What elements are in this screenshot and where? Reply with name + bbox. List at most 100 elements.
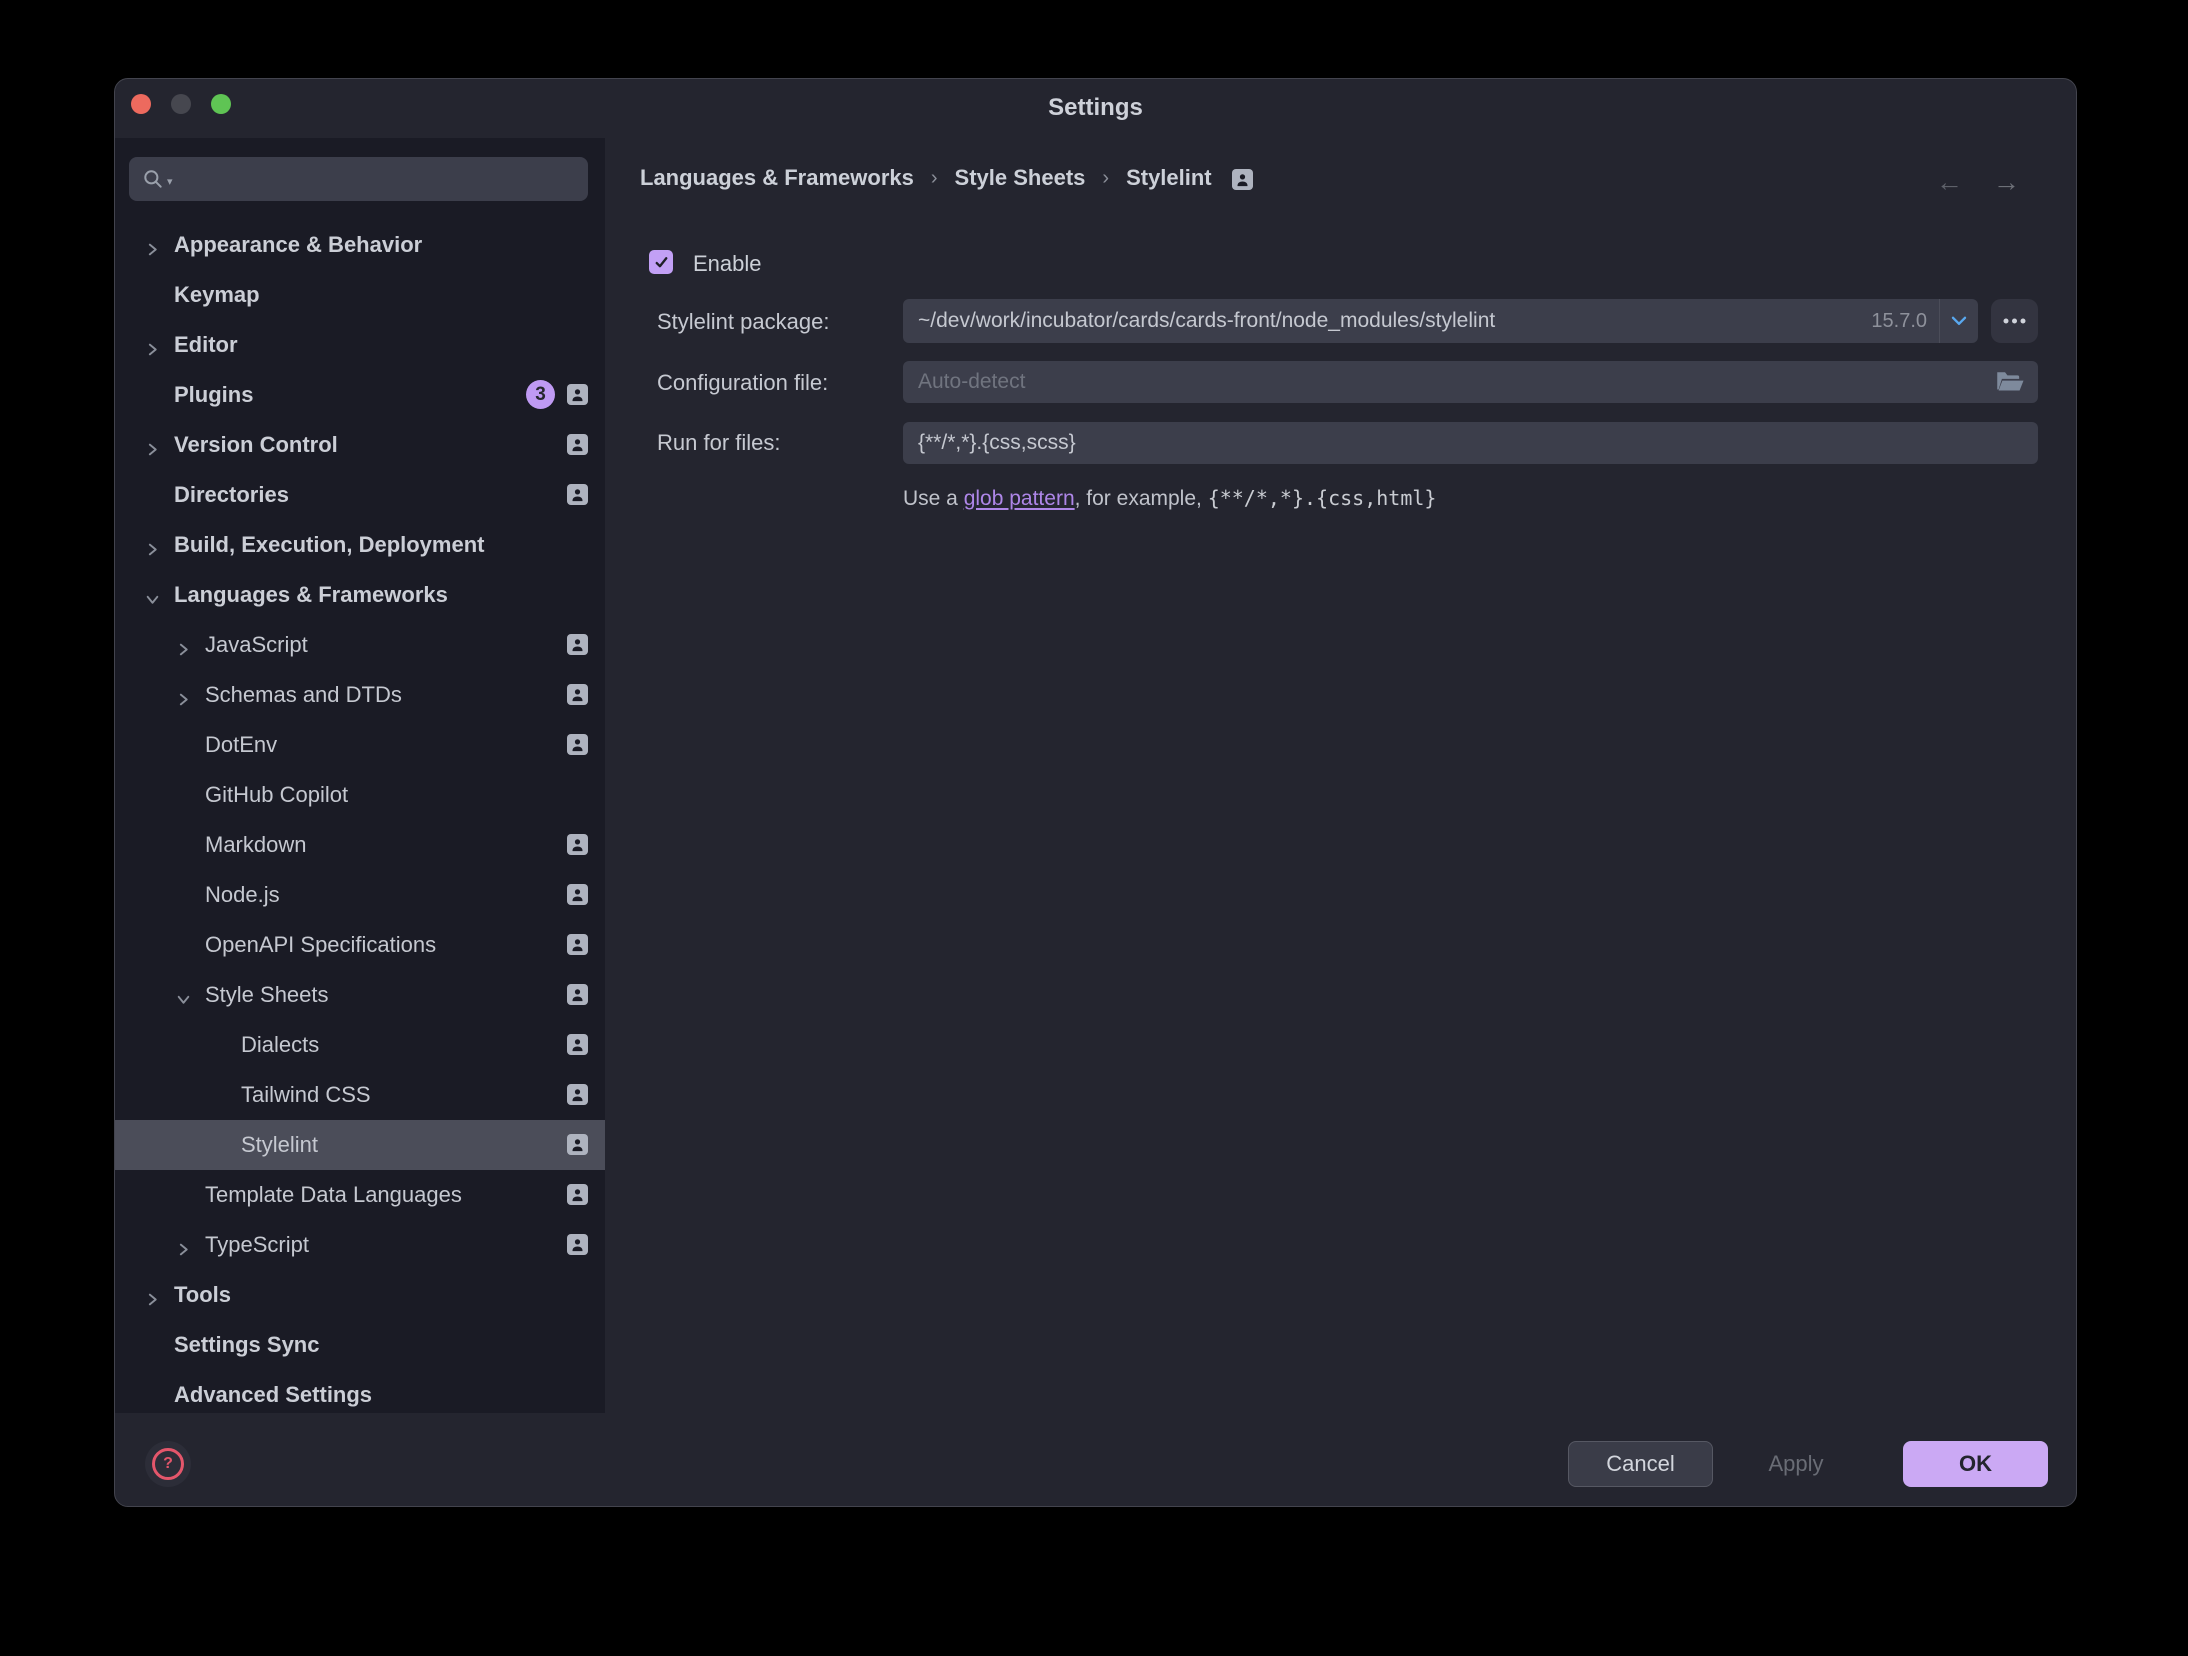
- enable-label: Enable: [693, 251, 762, 277]
- chevron-expanded-icon[interactable]: [136, 587, 168, 603]
- glob-hint: Use a glob pattern, for example, {**/*,*…: [903, 486, 1436, 511]
- sidebar-item-label: OpenAPI Specifications: [205, 932, 436, 958]
- sidebar-item-tools[interactable]: Tools: [115, 1270, 605, 1320]
- back-arrow-icon[interactable]: ←: [1936, 167, 1963, 198]
- chevron-spacer: [136, 487, 168, 503]
- chevron-down-icon: [1951, 316, 1967, 326]
- chevron-spacer: [167, 837, 199, 853]
- sidebar-item-version-control[interactable]: Version Control: [115, 420, 605, 470]
- browse-package-button[interactable]: [1991, 299, 2038, 343]
- settings-sync-icon: [567, 984, 588, 1005]
- sidebar-item-label: Stylelint: [241, 1132, 318, 1158]
- settings-sync-icon: [567, 1034, 588, 1055]
- settings-tree: Appearance & Behavior Keymap Editor Plug…: [115, 220, 605, 1413]
- settings-sync-indicator: [567, 684, 588, 705]
- sidebar-item-label: JavaScript: [205, 632, 308, 658]
- run-for-files-value: {**/*,*}.{css,scss}: [918, 422, 1076, 464]
- chevron-collapsed-icon[interactable]: [136, 1287, 168, 1303]
- sidebar-item-label: Dialects: [241, 1032, 319, 1058]
- sidebar-item-markdown[interactable]: Markdown: [115, 820, 605, 870]
- sidebar-item-openapi-specifications[interactable]: OpenAPI Specifications: [115, 920, 605, 970]
- settings-sync-icon: [567, 734, 588, 755]
- forward-arrow-icon[interactable]: →: [1993, 167, 2020, 198]
- hint-example: {**/*,*}.{css,html}: [1208, 486, 1437, 510]
- sidebar-item-tailwind-css[interactable]: Tailwind CSS: [115, 1070, 605, 1120]
- run-for-files-label: Run for files:: [657, 430, 781, 456]
- help-button[interactable]: ?: [145, 1441, 191, 1487]
- settings-sync-icon: [1232, 169, 1253, 190]
- chevron-collapsed-icon[interactable]: [167, 1237, 199, 1253]
- sidebar-item-label: Build, Execution, Deployment: [174, 532, 484, 558]
- glob-pattern-link[interactable]: glob pattern: [964, 487, 1075, 510]
- config-file-placeholder: Auto-detect: [918, 361, 1025, 403]
- breadcrumb-item-style-sheets[interactable]: Style Sheets: [955, 165, 1086, 191]
- cancel-button[interactable]: Cancel: [1568, 1441, 1713, 1487]
- sidebar-item-template-data-languages[interactable]: Template Data Languages: [115, 1170, 605, 1220]
- search-options-caret-icon[interactable]: ▾: [167, 175, 173, 188]
- chevron-spacer: [203, 1087, 235, 1103]
- window-title: Settings: [115, 94, 2076, 122]
- chevron-collapsed-icon[interactable]: [167, 687, 199, 703]
- sidebar-item-dialects[interactable]: Dialects: [115, 1020, 605, 1070]
- chevron-collapsed-icon[interactable]: [136, 537, 168, 553]
- sidebar-item-style-sheets[interactable]: Style Sheets: [115, 970, 605, 1020]
- browse-folder-button[interactable]: [1995, 369, 2025, 400]
- sidebar-item-label: Template Data Languages: [205, 1182, 462, 1208]
- chevron-collapsed-icon[interactable]: [136, 237, 168, 253]
- breadcrumb-item-stylelint[interactable]: Stylelint: [1126, 165, 1212, 191]
- sidebar-item-label: Style Sheets: [205, 982, 329, 1008]
- sidebar-item-dotenv[interactable]: DotEnv: [115, 720, 605, 770]
- sidebar-item-plugins[interactable]: Plugins3: [115, 370, 605, 420]
- apply-button[interactable]: Apply: [1732, 1441, 1860, 1487]
- settings-sync-indicator: [567, 634, 588, 655]
- settings-sync-indicator: [567, 884, 588, 905]
- chevron-expanded-icon[interactable]: [167, 987, 199, 1003]
- sidebar-item-build-execution-deployment[interactable]: Build, Execution, Deployment: [115, 520, 605, 570]
- package-dropdown-button[interactable]: [1940, 299, 1978, 343]
- sidebar-item-label: Schemas and DTDs: [205, 682, 402, 708]
- stylelint-package-combobox[interactable]: ~/dev/work/incubator/cards/cards-front/n…: [903, 299, 1978, 343]
- settings-sync-indicator: [567, 1234, 588, 1255]
- sidebar-item-label: Version Control: [174, 432, 338, 458]
- chevron-spacer: [136, 387, 168, 403]
- enable-checkbox[interactable]: [649, 250, 673, 274]
- notification-badge: 3: [526, 380, 555, 409]
- settings-sync-indicator: [567, 384, 588, 405]
- sidebar-item-label: Languages & Frameworks: [174, 582, 448, 608]
- hint-text: Use a: [903, 487, 964, 510]
- package-label: Stylelint package:: [657, 309, 829, 335]
- sidebar-item-node-js[interactable]: Node.js: [115, 870, 605, 920]
- run-for-files-input[interactable]: {**/*,*}.{css,scss}: [903, 422, 2038, 464]
- chevron-spacer: [167, 937, 199, 953]
- chevron-collapsed-icon[interactable]: [136, 337, 168, 353]
- sidebar-item-label: Settings Sync: [174, 1332, 319, 1358]
- hint-text: , for example,: [1075, 487, 1208, 510]
- chevron-collapsed-icon[interactable]: [167, 637, 199, 653]
- package-path-value: ~/dev/work/incubator/cards/cards-front/n…: [918, 299, 1495, 343]
- settings-sync-indicator: [567, 484, 588, 505]
- settings-sync-indicator: [567, 1184, 588, 1205]
- settings-sync-indicator: [567, 834, 588, 855]
- search-input[interactable]: ▾: [129, 157, 588, 201]
- sidebar-item-editor[interactable]: Editor: [115, 320, 605, 370]
- ok-button[interactable]: OK: [1903, 1441, 2048, 1487]
- sidebar-item-settings-sync[interactable]: Settings Sync: [115, 1320, 605, 1370]
- sidebar-item-languages-frameworks[interactable]: Languages & Frameworks: [115, 570, 605, 620]
- chevron-collapsed-icon[interactable]: [136, 437, 168, 453]
- sidebar-item-schemas-and-dtds[interactable]: Schemas and DTDs: [115, 670, 605, 720]
- settings-sync-indicator: [567, 434, 588, 455]
- sidebar-item-stylelint[interactable]: Stylelint: [115, 1120, 605, 1170]
- sidebar-item-directories[interactable]: Directories: [115, 470, 605, 520]
- sidebar-item-github-copilot[interactable]: GitHub Copilot: [115, 770, 605, 820]
- sidebar-item-advanced-settings[interactable]: Advanced Settings: [115, 1370, 605, 1413]
- breadcrumb-separator: ›: [1102, 167, 1109, 190]
- chevron-spacer: [136, 1337, 168, 1353]
- sidebar-item-typescript[interactable]: TypeScript: [115, 1220, 605, 1270]
- sidebar-item-javascript[interactable]: JavaScript: [115, 620, 605, 670]
- breadcrumb-item-languages-frameworks[interactable]: Languages & Frameworks: [640, 165, 914, 191]
- chevron-spacer: [167, 787, 199, 803]
- sidebar-item-appearance-behavior[interactable]: Appearance & Behavior: [115, 220, 605, 270]
- settings-sync-icon: [567, 934, 588, 955]
- sidebar-item-keymap[interactable]: Keymap: [115, 270, 605, 320]
- config-file-input[interactable]: Auto-detect: [903, 361, 2038, 403]
